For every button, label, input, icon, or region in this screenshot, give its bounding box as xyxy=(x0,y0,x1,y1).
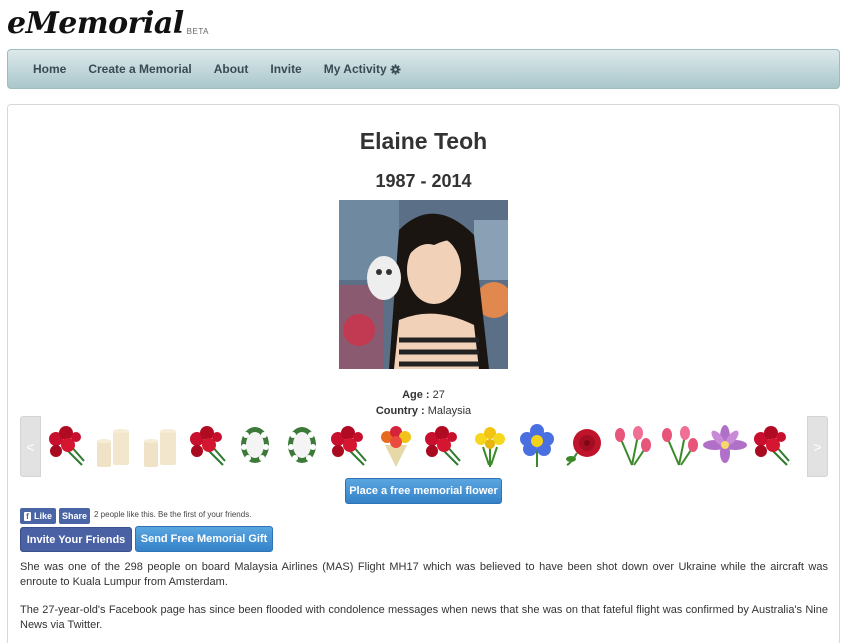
nav-about[interactable]: About xyxy=(214,62,249,76)
memorial-photo xyxy=(339,200,508,369)
pink-tulips-icon[interactable] xyxy=(654,421,701,471)
nav-home[interactable]: Home xyxy=(33,62,66,76)
age-value: 27 xyxy=(432,389,445,401)
carousel-prev-button[interactable]: < xyxy=(20,416,41,477)
fb-like-label: Like xyxy=(33,511,52,521)
candles-icon[interactable] xyxy=(90,421,137,471)
nav-invite[interactable]: Invite xyxy=(270,62,301,76)
memorial-name: Elaine Teoh xyxy=(359,128,488,154)
nav-create-memorial[interactable]: Create a Memorial xyxy=(88,62,191,76)
carousel-items xyxy=(43,421,806,473)
site-logo[interactable]: eMemorial BETA xyxy=(7,6,209,40)
white-wreath-icon[interactable] xyxy=(278,421,325,471)
memorial-years: 1987 - 2014 xyxy=(375,171,472,191)
invite-friends-button[interactable]: Invite Your Friends xyxy=(20,527,132,552)
red-roses-bouquet-icon[interactable] xyxy=(43,421,90,471)
red-rose-icon[interactable] xyxy=(560,421,607,471)
red-roses-bouquet-icon[interactable] xyxy=(325,421,372,471)
white-wreath-icon[interactable] xyxy=(231,421,278,471)
bio-paragraph-2: The 27-year-old's Facebook page has sinc… xyxy=(20,604,828,631)
like-count-text: 2 people like this. Be the first of your… xyxy=(94,510,252,519)
nav-my-activity[interactable]: My Activity xyxy=(324,62,401,76)
yellow-flowers-icon[interactable] xyxy=(466,421,513,471)
blue-flower-icon[interactable] xyxy=(513,421,560,471)
beta-badge: BETA xyxy=(186,27,209,36)
red-roses-bouquet-icon[interactable] xyxy=(419,421,466,471)
main-navbar: Home Create a Memorial About Invite My A… xyxy=(7,49,840,89)
mixed-flower-bouquet-icon[interactable] xyxy=(372,421,419,471)
bio-paragraph-1: She was one of the 298 people on board M… xyxy=(20,561,828,588)
red-roses-bouquet-icon[interactable] xyxy=(748,421,795,471)
age-label: Age : xyxy=(402,389,430,401)
fb-share-button[interactable]: Share xyxy=(59,508,90,524)
logo-text: eMemorial xyxy=(7,6,184,41)
purple-lotus-icon[interactable] xyxy=(701,421,748,471)
candles-icon[interactable] xyxy=(137,421,184,471)
fb-like-button[interactable]: f Like xyxy=(20,508,56,524)
place-flower-button[interactable]: Place a free memorial flower xyxy=(345,478,502,504)
nav-my-activity-label: My Activity xyxy=(323,62,387,76)
facebook-icon: f xyxy=(24,511,31,521)
age-row: Age : 27 xyxy=(0,389,847,401)
gear-icon xyxy=(390,63,401,75)
send-gift-button[interactable]: Send Free Memorial Gift xyxy=(135,526,273,552)
carousel-next-button[interactable]: > xyxy=(807,416,828,477)
gift-carousel: < > xyxy=(20,416,828,477)
pink-tulips-icon[interactable] xyxy=(607,421,654,471)
red-roses-bouquet-icon[interactable] xyxy=(184,421,231,471)
